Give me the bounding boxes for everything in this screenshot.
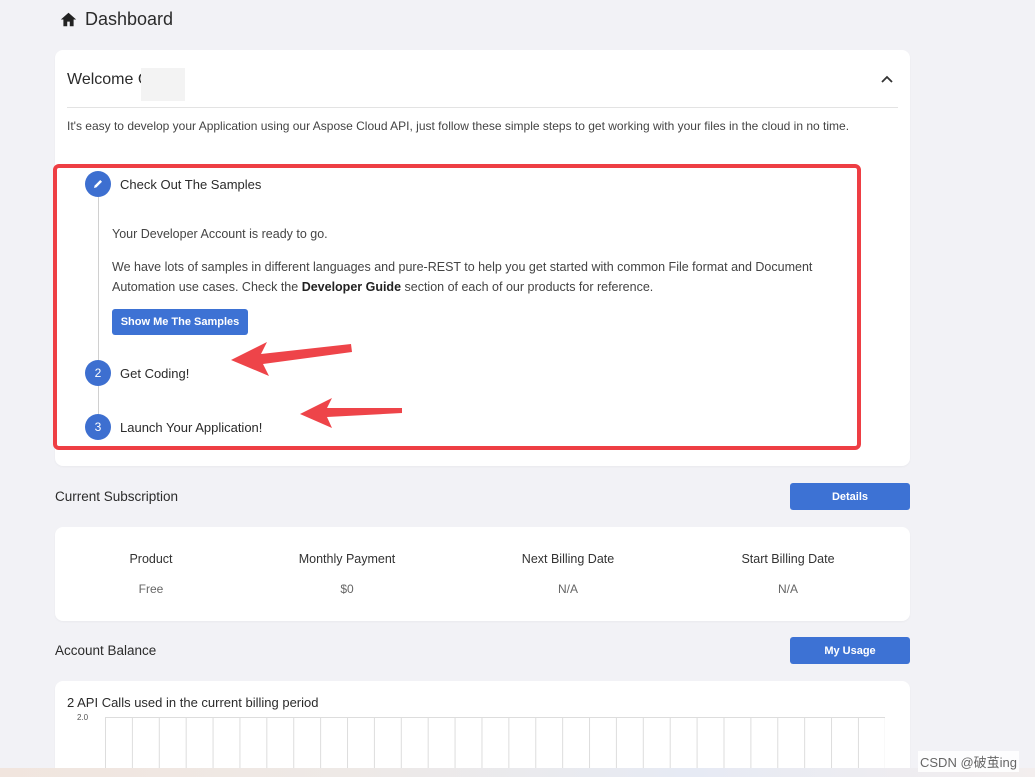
divider — [67, 107, 898, 108]
highlight-box — [53, 164, 861, 450]
next-billing-header: Next Billing Date — [521, 552, 615, 566]
annotation-arrow-icon — [231, 342, 352, 376]
page-title: Dashboard — [85, 9, 174, 29]
redaction-patch — [141, 68, 185, 101]
start-billing-value: N/A — [777, 582, 798, 596]
chevron-up-icon[interactable] — [880, 72, 894, 86]
subscription-card: Product Free Monthly Payment $0 Next Bil… — [55, 527, 910, 621]
start-billing-header: Start Billing Date — [741, 552, 835, 566]
welcome-heading: Welcome C — [67, 71, 150, 88]
balance-title: Account Balance — [55, 643, 157, 658]
details-button[interactable]: Details — [790, 483, 910, 510]
bottom-strip — [0, 768, 1035, 777]
y-axis-tick: 2.0 — [77, 713, 89, 722]
next-billing-value: N/A — [557, 582, 578, 596]
welcome-intro: It's easy to develop your Application us… — [67, 119, 850, 133]
watermark: CSDN @破茧ing — [918, 751, 1019, 772]
subscription-title: Current Subscription — [55, 489, 179, 504]
annotation-arrow-icon — [300, 398, 402, 428]
home-icon[interactable] — [60, 11, 77, 28]
my-usage-button[interactable]: My Usage — [790, 637, 910, 664]
usage-chart-title: 2 API Calls used in the current billing … — [67, 695, 319, 710]
product-value: Free — [138, 582, 164, 596]
balance-card: 2 API Calls used in the current billing … — [55, 681, 910, 777]
page-header: Dashboard — [60, 9, 173, 30]
monthly-payment-header: Monthly Payment — [298, 552, 396, 566]
monthly-payment-value: $0 — [340, 582, 354, 596]
product-header: Product — [129, 552, 173, 566]
